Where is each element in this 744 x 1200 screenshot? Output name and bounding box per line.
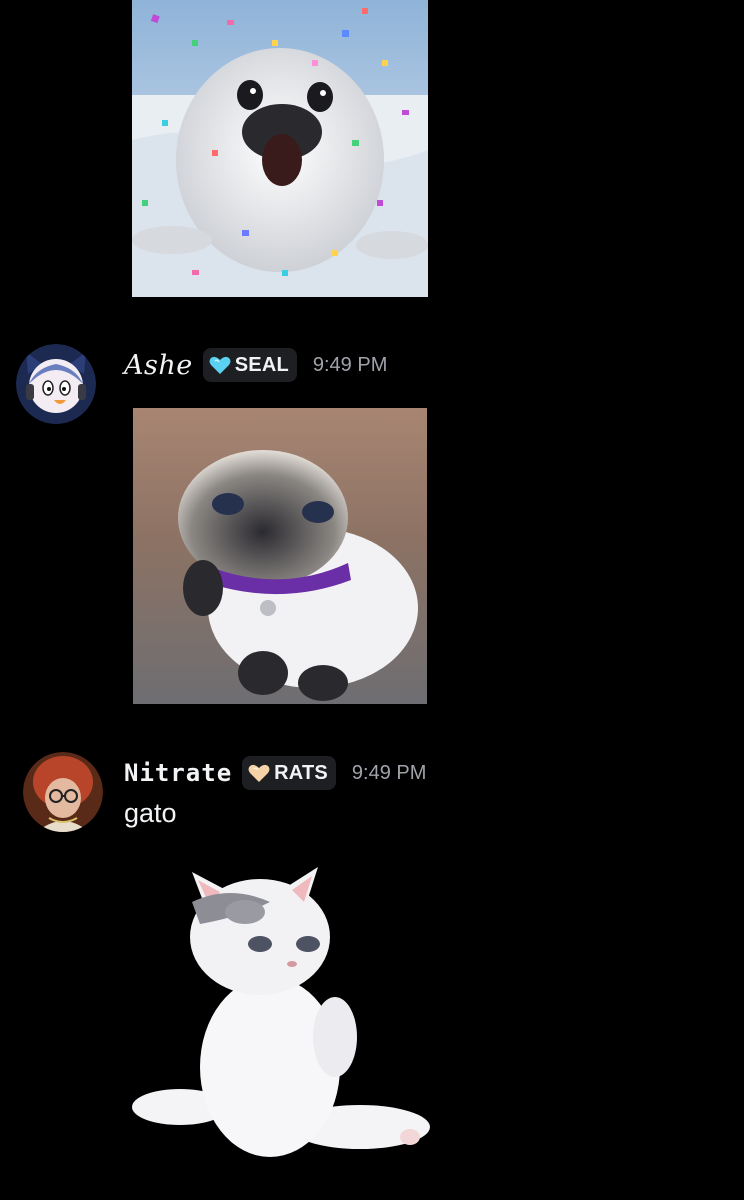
white-cat-sitting-image[interactable] bbox=[130, 862, 430, 1162]
message-timestamp: 9:49 PM bbox=[351, 761, 427, 784]
role-tag-rats[interactable]: RATS bbox=[242, 756, 336, 790]
message-header-ashe: Ashe SEAL 9:49 PM bbox=[124, 345, 387, 385]
chat-canvas: Ashe SEAL 9:49 PM Nitrate RATS 9:49 PM g… bbox=[0, 0, 744, 1200]
avatar-ashe[interactable] bbox=[16, 344, 96, 424]
blue-heart-icon bbox=[209, 356, 231, 374]
siamese-kitten-image[interactable] bbox=[133, 408, 427, 704]
message-timestamp: 9:49 PM bbox=[312, 353, 388, 376]
anime-character-avatar bbox=[16, 344, 96, 424]
seal-confetti-image[interactable] bbox=[132, 0, 428, 297]
username-nitrate[interactable]: Nitrate bbox=[124, 759, 232, 787]
person-with-red-hair-avatar bbox=[23, 752, 103, 832]
username-ashe[interactable]: Ashe bbox=[124, 350, 193, 381]
role-tag-label: SEAL bbox=[234, 353, 289, 376]
tan-heart-icon bbox=[248, 764, 270, 782]
role-tag-label: RATS bbox=[274, 761, 328, 784]
role-tag-seal[interactable]: SEAL bbox=[202, 348, 297, 382]
message-header-nitrate: Nitrate RATS 9:49 PM bbox=[124, 753, 426, 793]
message-text: gato bbox=[124, 798, 177, 828]
avatar-nitrate[interactable] bbox=[23, 752, 103, 832]
